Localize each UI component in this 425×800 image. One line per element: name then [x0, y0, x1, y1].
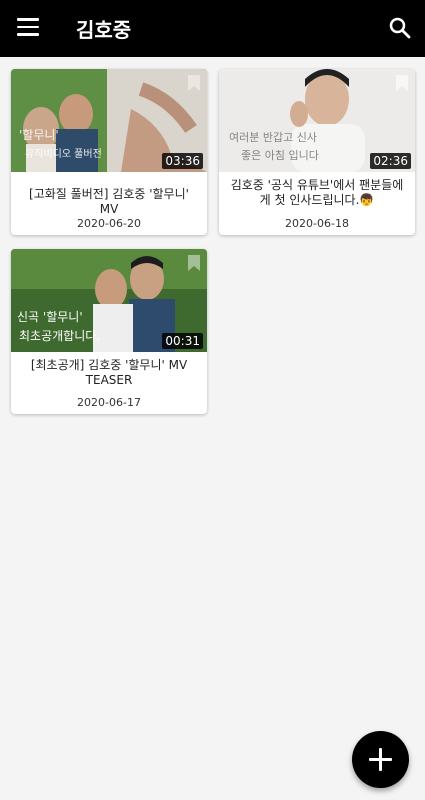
svg-text:여러분 반갑고 신사: 여러분 반갑고 신사: [229, 131, 317, 144]
search-icon[interactable]: [389, 17, 411, 39]
video-thumbnail[interactable]: '할무니' 뮤직비디오 풀버전 03:36: [11, 69, 207, 172]
bookmark-icon[interactable]: [187, 254, 201, 272]
svg-text:신곡 '할무니': 신곡 '할무니': [17, 310, 83, 324]
video-thumbnail[interactable]: 여러분 반갑고 신사 좋은 아침 입니다 02:36: [219, 69, 415, 172]
video-duration: 02:36: [370, 153, 411, 169]
page-title: 김호중: [76, 18, 132, 42]
video-duration: 00:31: [162, 333, 203, 349]
svg-text:'할무니': '할무니': [19, 128, 59, 142]
hamburger-menu-icon[interactable]: [17, 18, 39, 38]
video-date: 2020-06-20: [77, 217, 141, 230]
video-card[interactable]: 신곡 '할무니' 최초공개합니다. 00:31 [최초공개] 김호중 '할무니'…: [11, 249, 207, 414]
video-title: [고화질 풀버전] 김호중 '할무니' MV: [29, 187, 189, 216]
video-date: 2020-06-17: [77, 396, 141, 409]
video-card[interactable]: '할무니' 뮤직비디오 풀버전 03:36 [고화질 풀버전] 김호중 '할무니…: [11, 69, 207, 235]
svg-text:좋은 아침 입니다: 좋은 아침 입니다: [241, 149, 319, 162]
video-card[interactable]: 여러분 반갑고 신사 좋은 아침 입니다 02:36 김호중 '공식 유튜브'에…: [219, 69, 415, 235]
video-duration: 03:36: [162, 153, 203, 169]
app-bar: 김호중: [0, 0, 425, 57]
bookmark-icon[interactable]: [395, 74, 409, 92]
video-title: [최초공개] 김호중 '할무니' MV TEASER: [30, 358, 188, 387]
video-date: 2020-06-18: [285, 217, 349, 230]
svg-text:뮤직비디오 풀버전: 뮤직비디오 풀버전: [25, 148, 102, 160]
video-thumbnail[interactable]: 신곡 '할무니' 최초공개합니다. 00:31: [11, 249, 207, 352]
add-button[interactable]: [352, 731, 409, 788]
bookmark-icon[interactable]: [187, 74, 201, 92]
svg-text:최초공개합니다.: 최초공개합니다.: [19, 329, 100, 343]
video-title: 김호중 '공식 유튜브'에서 팬분들에게 첫 인사드립니다.👦: [230, 178, 404, 207]
